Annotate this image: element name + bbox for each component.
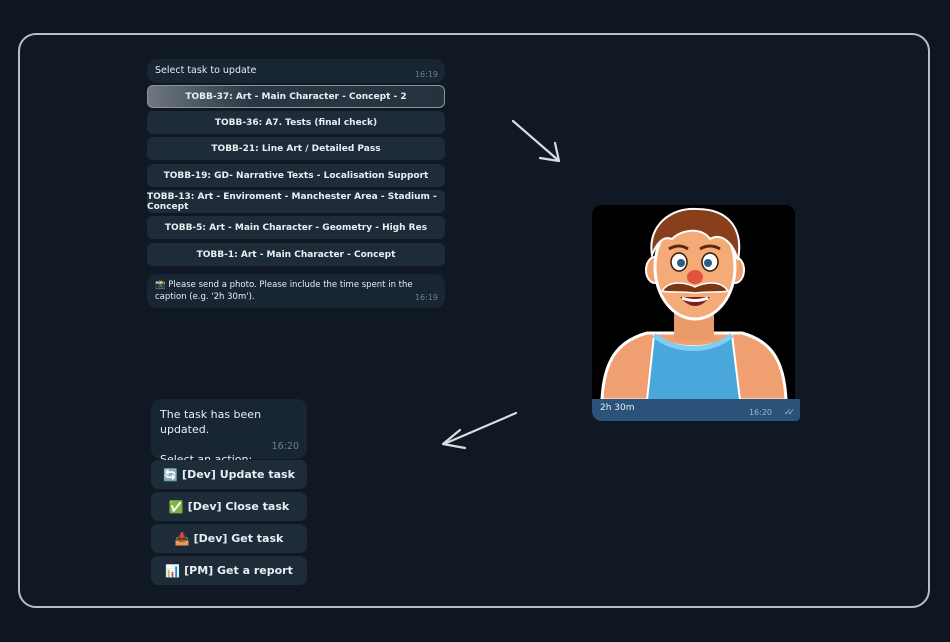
inbox-tray-icon: 📥 <box>174 531 190 546</box>
task-button-label: TOBB-37: Art - Main Character - Concept … <box>185 91 407 102</box>
character-image <box>592 205 795 400</box>
bot-message-task-updated: The task has been updated. Select an act… <box>151 399 307 466</box>
bot-message-send-photo: 📸 Please send a photo. Please include th… <box>147 274 445 308</box>
arrow-down-right-icon <box>511 119 561 163</box>
task-button-tobb-13[interactable]: TOBB-13: Art - Enviroment - Manchester A… <box>147 190 445 213</box>
message-time: 16:19 <box>414 293 438 302</box>
read-double-check-icon: ✓✓ <box>783 408 795 418</box>
action-button-label: [Dev] Update task <box>182 468 295 481</box>
message-time: 16:19 <box>414 70 438 79</box>
task-button-tobb-37[interactable]: TOBB-37: Art - Main Character - Concept … <box>147 85 445 108</box>
arrow-down-left-icon <box>441 411 518 450</box>
message-time: 16:20 <box>271 441 299 452</box>
task-button-label: TOBB-36: A7. Tests (final check) <box>214 117 378 128</box>
message-line-1: The task has been updated. <box>160 408 262 436</box>
task-button-label: TOBB-1: Art - Main Character - Concept <box>196 249 396 260</box>
task-button-tobb-5[interactable]: TOBB-5: Art - Main Character - Geometry … <box>147 216 445 239</box>
camera-icon: 📸 <box>155 280 166 290</box>
task-button-label: TOBB-5: Art - Main Character - Geometry … <box>164 222 428 233</box>
bot-message-select-task: Select task to update 16:19 <box>147 59 445 83</box>
photo-caption: 2h 30m <box>600 403 635 413</box>
task-button-label: TOBB-19: GD- Narrative Texts - Localisat… <box>163 170 429 181</box>
refresh-icon: 🔄 <box>163 467 179 482</box>
sent-photo[interactable] <box>592 205 795 400</box>
task-button-tobb-21[interactable]: TOBB-21: Line Art / Detailed Pass <box>147 137 445 160</box>
update-task-button[interactable]: 🔄 [Dev] Update task <box>151 460 307 489</box>
check-mark-icon: ✅ <box>168 499 184 514</box>
action-button-label: [Dev] Close task <box>187 500 290 513</box>
task-button-label: TOBB-13: Art - Enviroment - Manchester A… <box>147 191 437 212</box>
get-report-button[interactable]: 📊 [PM] Get a report <box>151 556 307 585</box>
close-task-button[interactable]: ✅ [Dev] Close task <box>151 492 307 521</box>
message-time: 16:20 <box>748 408 772 417</box>
action-button-label: [Dev] Get task <box>193 532 284 545</box>
get-task-button[interactable]: 📥 [Dev] Get task <box>151 524 307 553</box>
message-text: Please send a photo. Please include the … <box>155 280 413 302</box>
task-button-label: TOBB-21: Line Art / Detailed Pass <box>211 143 381 154</box>
action-button-label: [PM] Get a report <box>184 564 293 577</box>
photo-caption-bubble: 2h 30m 16:20 ✓✓ <box>592 399 800 421</box>
bar-chart-icon: 📊 <box>165 563 181 578</box>
task-button-tobb-19[interactable]: TOBB-19: GD- Narrative Texts - Localisat… <box>147 164 445 187</box>
message-text: Select task to update <box>155 65 257 76</box>
task-button-tobb-1[interactable]: TOBB-1: Art - Main Character - Concept <box>147 243 445 266</box>
task-button-tobb-36[interactable]: TOBB-36: A7. Tests (final check) <box>147 111 445 134</box>
